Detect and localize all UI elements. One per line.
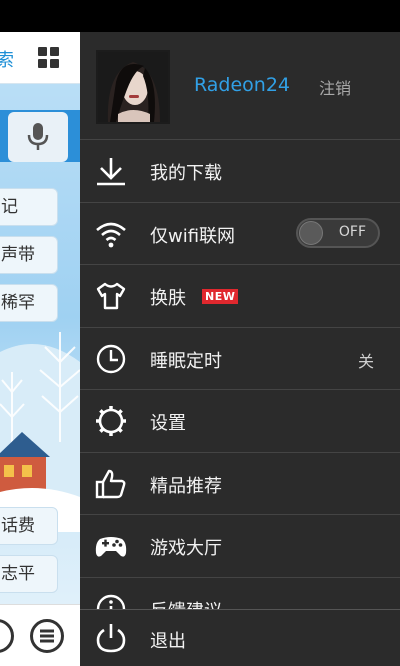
- sleep-timer-value: 关: [357, 351, 374, 371]
- search-tab-partial[interactable]: 索: [0, 46, 14, 72]
- profile-header: Radeon24 注销: [80, 32, 400, 139]
- menu-item-label: 精品推荐: [150, 475, 222, 497]
- gamepad-icon: [95, 537, 127, 557]
- list-menu-icon[interactable]: [30, 619, 64, 653]
- menu-item-label: 我的下载: [150, 163, 222, 184]
- menu-item-label: 睡眠定时: [150, 350, 222, 372]
- voice-search-button[interactable]: [8, 112, 68, 162]
- download-icon: [97, 158, 125, 186]
- thumbs-up-icon: [95, 469, 126, 498]
- menu-item-label: 换肤: [150, 288, 186, 309]
- keyword-chip[interactable]: 记: [0, 188, 58, 226]
- wifi-icon: [96, 222, 126, 247]
- menu-item-label: 设置: [150, 413, 186, 434]
- menu-item-recommended[interactable]: 精品推荐: [80, 451, 400, 515]
- menu-item-skin[interactable]: 换肤 NEW: [80, 264, 400, 327]
- exit-button[interactable]: 退出: [80, 609, 400, 666]
- toggle-knob: [299, 220, 323, 245]
- username[interactable]: Radeon24: [194, 74, 290, 96]
- exit-label: 退出: [150, 631, 186, 652]
- background-bottom-bar: [0, 604, 80, 666]
- menu-item-sleep-timer[interactable]: 睡眠定时 关: [80, 326, 400, 390]
- menu-item-game-hall[interactable]: 游戏大厅: [80, 514, 400, 577]
- menu-item-downloads[interactable]: 我的下载: [80, 139, 400, 202]
- tshirt-icon: [96, 282, 126, 310]
- avatar[interactable]: [96, 50, 170, 124]
- grid-menu-icon[interactable]: [38, 47, 60, 69]
- menu-item-label: 仅wifi联网: [150, 225, 236, 247]
- clock-icon: [96, 344, 126, 373]
- keyword-chip[interactable]: 志平: [0, 555, 58, 593]
- toggle-state: OFF: [338, 223, 366, 240]
- logout-link[interactable]: 注销: [319, 75, 351, 99]
- winter-illustration: [0, 332, 80, 532]
- drawer-menu: 我的下载 仅wifi联网 OFF 换肤 NEW 睡眠定时 关 设置 精品推荐 游…: [80, 139, 400, 639]
- background-app: 索 记 声带 稀罕 话费 志平: [0, 32, 80, 666]
- menu-item-label: 游戏大厅: [150, 538, 222, 559]
- gear-icon: [96, 406, 126, 436]
- avatar-image: [98, 52, 168, 122]
- wifi-only-toggle[interactable]: OFF: [296, 217, 380, 248]
- keyword-chip[interactable]: 话费: [0, 507, 58, 545]
- side-drawer: Radeon24 注销 我的下载 仅wifi联网 OFF 换肤 NEW 睡眠定时…: [80, 32, 400, 666]
- menu-item-settings[interactable]: 设置: [80, 389, 400, 452]
- power-icon: [96, 624, 126, 653]
- play-circle-icon[interactable]: [0, 619, 14, 653]
- keyword-chip[interactable]: 声带: [0, 236, 58, 274]
- background-top-bar: 索: [0, 32, 80, 84]
- menu-item-wifi-only[interactable]: 仅wifi联网 OFF: [80, 201, 400, 265]
- status-bar: [0, 0, 400, 32]
- keyword-chip[interactable]: 稀罕: [0, 284, 58, 322]
- new-badge: NEW: [202, 289, 239, 304]
- microphone-icon: [27, 123, 49, 150]
